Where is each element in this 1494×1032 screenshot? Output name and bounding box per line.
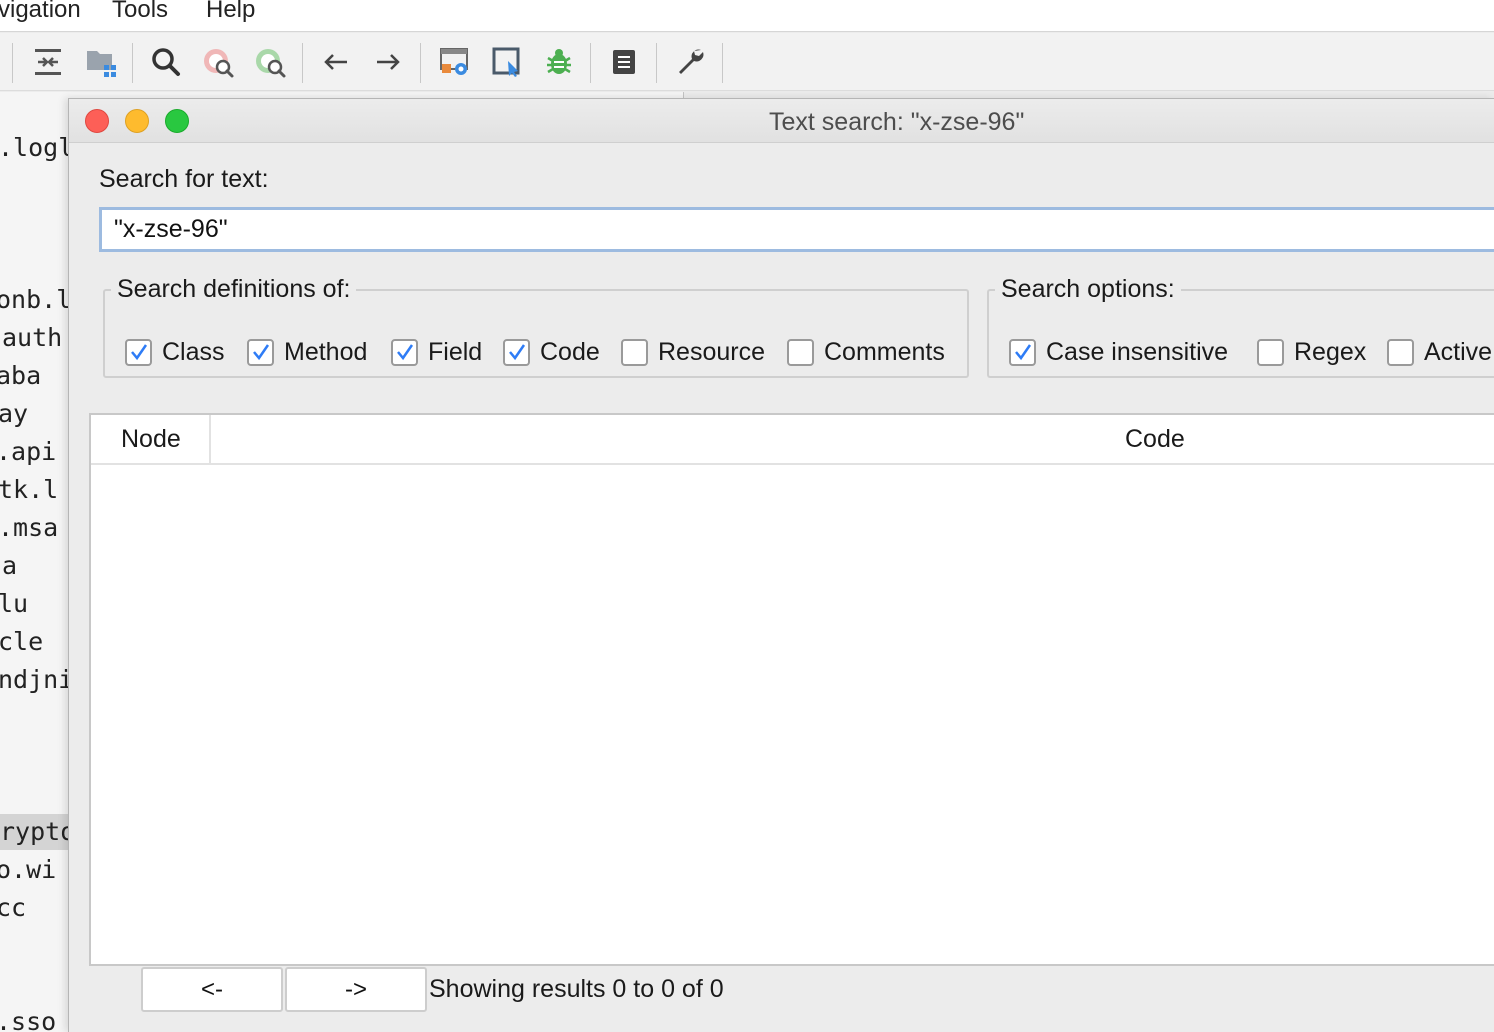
back-icon[interactable] — [315, 41, 357, 83]
debugger-icon[interactable] — [538, 41, 580, 83]
tree-item[interactable]: onb.l — [0, 282, 68, 318]
search-label: Search for text: — [99, 165, 269, 193]
deobfuscation-icon[interactable] — [433, 41, 475, 83]
toolbar-separator — [420, 43, 421, 83]
menu-navigation[interactable]: vigation — [0, 0, 81, 24]
checkbox-box[interactable] — [1257, 338, 1284, 366]
case-insensitive-checkbox-label: Case insensitive — [1046, 337, 1229, 366]
checkbox-box[interactable] — [247, 338, 274, 366]
quick-tab-icon[interactable] — [486, 41, 528, 83]
toolbar-separator — [656, 43, 657, 83]
next-page-button[interactable]: -> — [285, 967, 427, 1012]
toolbar-separator — [722, 43, 723, 83]
field-checkbox[interactable]: Field — [391, 336, 482, 368]
code-checkbox[interactable]: Code — [503, 336, 600, 368]
tree-item[interactable]: .msa — [0, 510, 58, 546]
active-checkbox-label: Active — [1424, 337, 1493, 366]
log-viewer-icon[interactable] — [603, 41, 645, 83]
checkbox-box[interactable] — [503, 338, 530, 366]
regex-checkbox[interactable]: Regex — [1257, 336, 1366, 368]
class-checkbox[interactable]: Class — [125, 336, 225, 368]
resource-checkbox-label: Resource — [658, 337, 765, 366]
tree-item[interactable]: .api — [0, 434, 56, 470]
search-definitions-legend: Search definitions of: — [117, 275, 351, 303]
method-checkbox[interactable]: Method — [247, 336, 367, 368]
comments-checkbox[interactable]: Comments — [787, 336, 945, 368]
tree-item-selected[interactable]: rypto — [0, 814, 68, 850]
checkbox-box[interactable] — [391, 338, 418, 366]
active-checkbox[interactable]: Active — [1387, 336, 1492, 368]
checkbox-box[interactable] — [1387, 338, 1414, 366]
package-tree: .logl onb.l auth aba ay .api tk.l .msa a… — [0, 92, 68, 1032]
flatten-packages-icon[interactable] — [80, 41, 122, 83]
tree-item[interactable]: ndjni — [0, 662, 68, 698]
checkbox-box[interactable] — [125, 338, 152, 366]
previous-page-button[interactable]: <- — [141, 967, 283, 1012]
comments-checkbox-label: Comments — [824, 337, 945, 366]
table-header: Node Code — [91, 415, 1494, 465]
search-input[interactable] — [99, 207, 1494, 252]
checkbox-box[interactable] — [621, 338, 648, 366]
toolbar-separator — [12, 43, 13, 83]
menubar: vigation Tools Help — [0, 0, 1494, 32]
tree-item[interactable]: aba — [0, 358, 41, 394]
preferences-icon[interactable] — [670, 41, 712, 83]
usage-search-icon[interactable] — [250, 41, 292, 83]
toolbar-separator — [132, 43, 133, 83]
forward-icon[interactable] — [367, 41, 409, 83]
tree-item[interactable]: auth — [2, 320, 62, 356]
checkbox-box[interactable] — [1009, 338, 1036, 366]
tree-item[interactable]: cle — [0, 624, 43, 660]
tree-item[interactable]: o.wi — [0, 852, 56, 888]
method-checkbox-label: Method — [284, 337, 368, 366]
dialog-titlebar: Text search: "x-zse-96" — [69, 99, 1494, 143]
resource-checkbox[interactable]: Resource — [621, 336, 765, 368]
sync-with-editor-icon[interactable] — [27, 41, 69, 83]
window-minimize-button[interactable] — [125, 109, 149, 133]
search-options-legend: Search options: — [1001, 275, 1175, 303]
search-definitions-group: Search definitions of: Class Method Fiel… — [103, 275, 969, 378]
case-insensitive-checkbox[interactable]: Case insensitive — [1009, 336, 1228, 368]
class-checkbox-label: Class — [162, 337, 225, 366]
toolbar-separator — [302, 43, 303, 83]
tree-item[interactable]: lu — [0, 586, 28, 622]
results-table[interactable]: Node Code — [89, 413, 1494, 966]
search-options-group: Search options: Case insensitive Regex A… — [987, 275, 1494, 378]
tree-item[interactable]: ay — [0, 396, 28, 432]
toolbar — [0, 33, 1494, 91]
code-checkbox-label: Code — [540, 337, 600, 366]
column-header-node[interactable]: Node — [121, 425, 181, 454]
tree-item[interactable]: .logl — [0, 130, 68, 166]
checkbox-box[interactable] — [787, 338, 814, 366]
menu-tools[interactable]: Tools — [112, 0, 168, 24]
column-header-code[interactable]: Code — [1125, 425, 1185, 454]
dialog-title: Text search: "x-zse-96" — [769, 108, 1025, 136]
text-search-dialog: Text search: "x-zse-96" Search for text:… — [68, 98, 1494, 1032]
column-divider[interactable] — [209, 415, 211, 465]
toolbar-separator — [590, 43, 591, 83]
class-search-icon[interactable] — [198, 41, 240, 83]
search-icon[interactable] — [145, 41, 187, 83]
field-checkbox-label: Field — [428, 337, 483, 366]
menu-help[interactable]: Help — [206, 0, 255, 24]
regex-checkbox-label: Regex — [1294, 337, 1367, 366]
tree-item[interactable]: cc — [0, 890, 26, 926]
tree-item[interactable]: .sso — [0, 1004, 56, 1032]
tree-item[interactable]: a — [2, 548, 17, 584]
window-close-button[interactable] — [85, 109, 109, 133]
results-status: Showing results 0 to 0 of 0 — [429, 975, 724, 1003]
window-maximize-button[interactable] — [165, 109, 189, 133]
tree-item[interactable]: tk.l — [0, 472, 58, 508]
